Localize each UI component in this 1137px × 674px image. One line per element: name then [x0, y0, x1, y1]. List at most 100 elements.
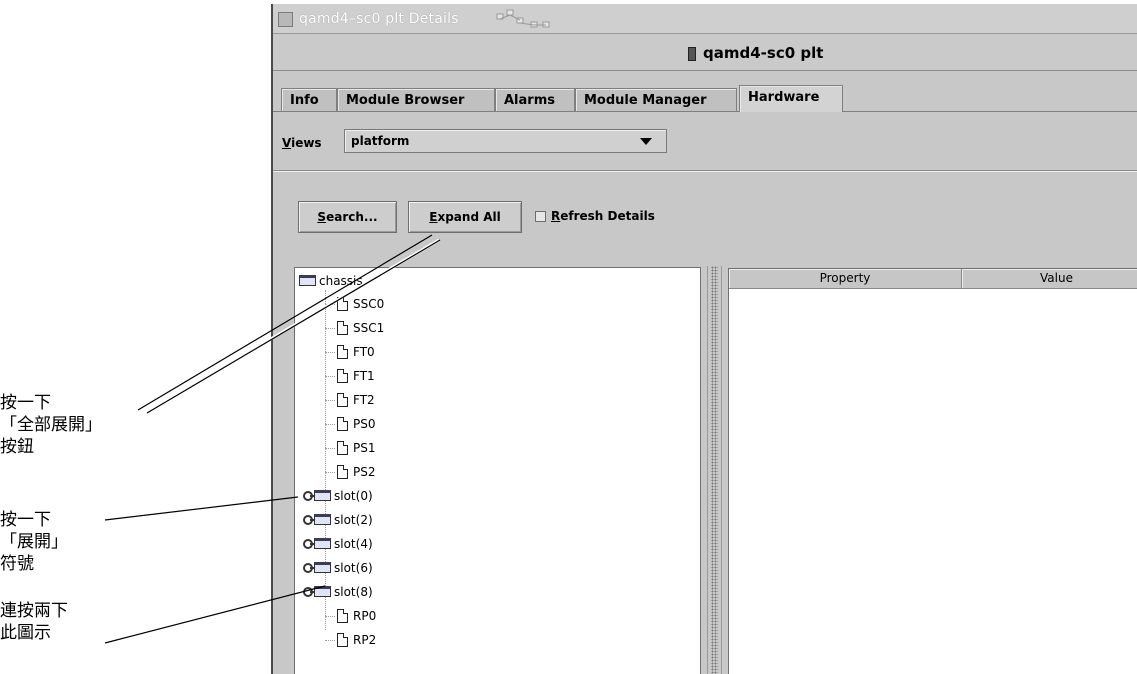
tab-divider	[273, 111, 1137, 112]
callout-line: 此圖示	[0, 623, 51, 643]
tree-node-leaf[interactable]: FT2	[325, 391, 375, 409]
tree-node-leaf[interactable]: PS1	[325, 439, 376, 457]
views-selected-value: platform	[351, 134, 410, 148]
expand-toggle-icon[interactable]	[303, 562, 316, 573]
tree-node-leaf[interactable]: SSC1	[325, 319, 384, 337]
search-label-rest: earch...	[326, 210, 378, 224]
document-icon	[337, 296, 348, 311]
expand-toggle-icon[interactable]	[303, 514, 316, 525]
host-label: qamd4-sc0 plt	[703, 44, 824, 62]
details-window: qamd4–sc0 plt Details qamd4-sc0 plt Info…	[271, 4, 1137, 674]
tree-connector	[325, 399, 335, 402]
tree-node-label: PS2	[353, 465, 376, 479]
tree-node-leaf[interactable]: FT0	[325, 343, 375, 361]
tree-node-label: slot(8)	[334, 585, 373, 599]
separator	[273, 170, 1137, 172]
expand-toggle-icon[interactable]	[303, 490, 316, 501]
network-decoration-icon	[496, 9, 550, 28]
tree-node-label: FT1	[353, 369, 375, 383]
refresh-details-label[interactable]: Refresh Details	[551, 209, 655, 223]
tree-connector	[325, 351, 335, 354]
tab-hardware[interactable]: Hardware	[739, 85, 843, 112]
tree-connector	[325, 375, 335, 378]
callout-expand-symbol: 按一下 「展開」 符號	[0, 509, 68, 575]
expand-toggle-icon[interactable]	[303, 586, 316, 597]
tree-node-label: FT0	[353, 345, 375, 359]
tree-node-leaf[interactable]: RP2	[325, 631, 376, 649]
window-title: qamd4–sc0 plt Details	[299, 11, 459, 27]
tree-guide-line	[325, 290, 327, 630]
tree-node-leaf[interactable]: PS2	[325, 463, 376, 481]
tree-node-label: slot(6)	[334, 561, 373, 575]
document-icon	[337, 392, 348, 407]
callout-line: 「全部展開」	[0, 415, 102, 435]
tree-node-leaf[interactable]: SSC0	[325, 295, 384, 313]
callout-line: 符號	[0, 554, 34, 574]
tree-connector	[325, 327, 335, 330]
tree-node-label: slot(4)	[334, 537, 373, 551]
views-label-rest: iews	[291, 136, 322, 150]
folder-icon	[314, 538, 331, 549]
callout-line: 連按兩下	[0, 601, 68, 621]
tree-node-label: SSC0	[353, 297, 385, 311]
tab-module-manager[interactable]: Module Manager	[575, 88, 737, 111]
tree-connector	[325, 615, 335, 618]
callout-line: 按鈕	[0, 437, 34, 457]
tree-node-slot[interactable]: slot(2)	[303, 511, 373, 529]
folder-icon	[314, 562, 331, 573]
server-icon	[688, 47, 696, 61]
document-icon	[337, 320, 348, 335]
document-icon	[337, 440, 348, 455]
tree-node-slot[interactable]: slot(6)	[303, 559, 373, 577]
refresh-details-checkbox[interactable]	[535, 211, 546, 222]
title-bar[interactable]: qamd4–sc0 plt Details	[273, 4, 1137, 34]
properties-table[interactable]: Property Value	[728, 268, 1137, 674]
tree-node-label: PS1	[353, 441, 376, 455]
search-mnemonic: S	[317, 210, 327, 224]
column-header-value[interactable]: Value	[962, 269, 1137, 289]
search-button[interactable]: Search...	[298, 201, 397, 233]
tree-node-chassis[interactable]: chassis	[299, 272, 363, 290]
tree-node-label: RP0	[353, 609, 377, 623]
document-icon	[337, 608, 348, 623]
folder-icon	[314, 514, 331, 525]
views-mnemonic: V	[282, 136, 292, 150]
expand-label-rest: xpand All	[437, 210, 501, 224]
tree-connector	[325, 639, 335, 642]
tree-node-slot[interactable]: slot(8)	[303, 583, 373, 601]
tree-node-label: chassis	[319, 274, 363, 288]
refresh-mnemonic: R	[551, 209, 561, 223]
pane-splitter[interactable]	[707, 266, 722, 674]
views-dropdown[interactable]: platform	[344, 129, 667, 153]
tree-node-label: slot(0)	[334, 489, 373, 503]
column-header-property[interactable]: Property	[729, 269, 962, 289]
tab-alarms[interactable]: Alarms	[495, 88, 575, 111]
tree-node-label: RP2	[353, 633, 377, 647]
hardware-tree[interactable]: chassis SSC0 SSC1 FT0 FT1 FT2 PS0 PS1 PS…	[294, 267, 701, 674]
tree-node-slot[interactable]: slot(4)	[303, 535, 373, 553]
chevron-down-icon	[640, 138, 652, 145]
views-label: Views	[282, 136, 322, 150]
folder-icon	[314, 490, 331, 501]
splitter-grip	[711, 266, 718, 674]
window-menu-icon[interactable]	[278, 12, 293, 27]
document-icon	[337, 632, 348, 647]
refresh-label-rest: efresh Details	[560, 209, 655, 223]
tree-node-slot[interactable]: slot(0)	[303, 487, 373, 505]
document-icon	[337, 416, 348, 431]
callout-line: 「展開」	[0, 532, 68, 552]
document-icon	[337, 344, 348, 359]
tab-module-browser[interactable]: Module Browser	[337, 88, 495, 111]
document-icon	[337, 368, 348, 383]
tree-node-leaf[interactable]: RP0	[325, 607, 376, 625]
expand-all-button[interactable]: Expand All	[408, 201, 522, 233]
tree-node-leaf[interactable]: PS0	[325, 415, 376, 433]
folder-icon	[314, 586, 331, 597]
tab-info[interactable]: Info	[281, 88, 337, 111]
tree-node-leaf[interactable]: FT1	[325, 367, 375, 385]
callout-expand-all: 按一下 「全部展開」 按鈕	[0, 392, 102, 458]
expand-toggle-icon[interactable]	[303, 538, 316, 549]
tree-connector	[325, 423, 335, 426]
folder-icon	[299, 275, 316, 286]
callout-double-click: 連按兩下 此圖示	[0, 600, 68, 644]
